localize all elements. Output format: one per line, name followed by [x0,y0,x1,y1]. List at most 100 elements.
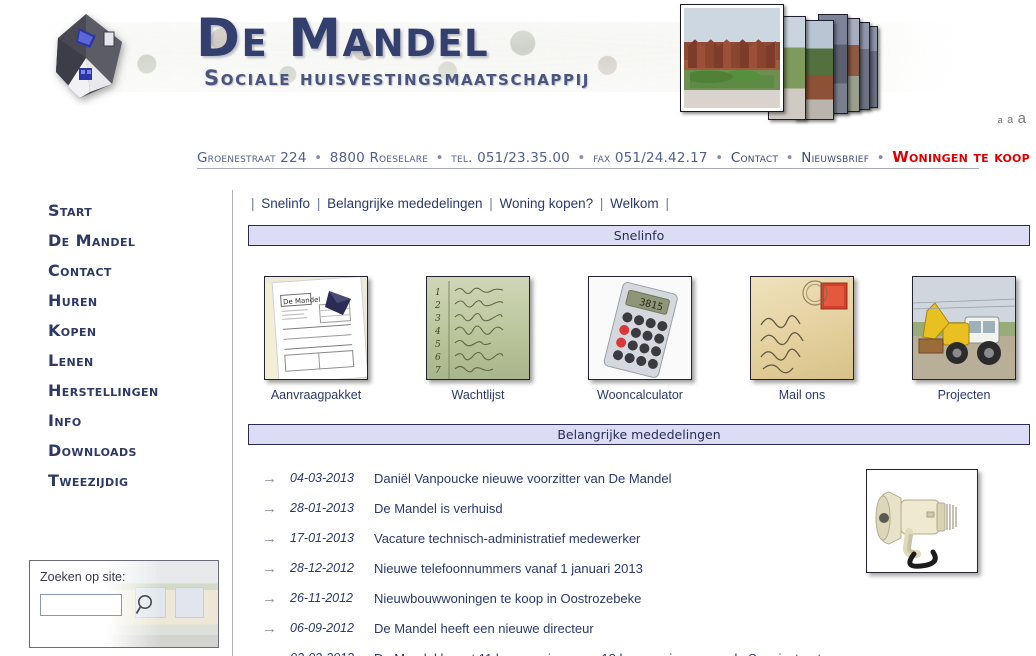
magnifier-icon[interactable] [135,593,159,622]
text-size-large[interactable]: a [1018,110,1026,127]
anchor-links: | Snelinfo | Belangrijke mededelingen | … [248,196,1030,211]
address-bar: Groenestraat 224 • 8800 Roeselare • tel.… [197,148,1030,166]
news-list: → 04-03-2013 Daniël Vanpoucke nieuwe voo… [248,463,848,656]
anchor-pipe-0: | [251,196,255,211]
anchor-pipe-3: | [599,196,604,211]
page-root: De Mandel Sociale huisvestingsmaatschapp… [0,0,1036,656]
site-title: De Mandel [196,8,490,69]
sep-4: • [715,150,724,166]
sidebar: Start De Mandel Contact Huren Kopen Lene… [0,196,232,496]
arrow-icon: → [262,619,277,637]
svg-text:2: 2 [434,301,441,311]
news-item[interactable]: → 17-01-2013 Vacature technisch-administ… [248,523,848,553]
main-content: | Snelinfo | Belangrijke mededelingen | … [248,196,1030,656]
sidebar-item-huren[interactable]: Huren [0,286,232,316]
news-title[interactable]: Nieuwbouwwoningen te koop in Oostrozebek… [374,591,641,606]
tile-label-mail-ons: Mail ons [778,388,826,402]
sep-3: • [577,150,586,166]
news-title[interactable]: Daniël Vanpoucke nieuwe voorzitter van D… [374,471,671,486]
arrow-icon: → [262,499,277,517]
tile-aanvraagpakket[interactable]: De Mandel Aanvraagpakket [260,276,372,402]
tile-mail-ons[interactable]: Mail ons [746,276,858,402]
handwritten-ledger-icon: 1 2 3 4 5 6 7 [426,276,530,380]
link-homes-for-sale[interactable]: Woningen te koop [892,148,1030,166]
sep-2: • [435,150,444,166]
sidebar-item-contact[interactable]: Contact [0,256,232,286]
search-label: Zoeken op site: [40,570,126,584]
excavator-icon [912,276,1016,380]
site-header: De Mandel Sociale huisvestingsmaatschapp… [0,0,1036,130]
tile-label-wooncalculator: Wooncalculator [597,388,683,402]
svg-text:5: 5 [435,340,441,350]
text-size-small[interactable]: a [998,115,1003,125]
anchor-pipe-2: | [489,196,493,211]
house-logo-icon[interactable] [46,8,132,106]
snelinfo-tiles: De Mandel Aanvraagpakket 1 2 3 4 5 6 7 W… [248,264,1030,402]
news-date: 28-12-2012 [290,561,354,575]
text-size-medium[interactable]: a [1007,114,1013,126]
address-fax: fax 051/24.42.17 [593,150,708,166]
news-title[interactable]: Vacature technisch-administratief medewe… [374,531,640,546]
anchor-pipe-4: | [665,196,669,211]
news-title[interactable]: De Mandel is verhuisd [374,501,503,516]
news-item[interactable]: → 06-09-2012 De Mandel heeft een nieuwe … [248,613,848,643]
anchor-woning-kopen[interactable]: Woning kopen? [500,196,594,211]
megaphone-icon [866,469,978,573]
svg-text:6: 6 [435,353,441,363]
sidebar-item-downloads[interactable]: Downloads [0,436,232,466]
sidebar-item-start[interactable]: Start [0,196,232,226]
sidebar-item-kopen[interactable]: Kopen [0,316,232,346]
sidebar-item-tweezijdig[interactable]: Tweezijdig [0,466,232,496]
news-title[interactable]: De Mandel bouwt 11 koopwoningen en 18 hu… [374,651,821,656]
news-item[interactable]: → 28-01-2013 De Mandel is verhuisd [248,493,848,523]
text-size-controls: a a a [998,110,1026,128]
news-title[interactable]: Nieuwe telefoonnummers vanaf 1 januari 2… [374,561,643,576]
address-city: 8800 Roeselare [329,150,429,166]
anchor-belangrijke-mededelingen[interactable]: Belangrijke mededelingen [327,196,482,211]
news-date: 06-09-2012 [290,621,354,635]
address-street: Groenestraat 224 [197,150,307,166]
header-photo-front [680,4,784,112]
news-date: 02-02-2012 [290,651,374,656]
tile-wooncalculator[interactable]: 3815 Wooncalculator [584,276,696,402]
news-date: 26-11-2012 [290,591,354,605]
link-contact[interactable]: Contact [731,150,778,166]
svg-text:7: 7 [435,366,441,376]
news-section: → 04-03-2013 Daniël Vanpoucke nieuwe voo… [248,463,1030,656]
arrow-icon: → [248,650,290,656]
anchor-welkom[interactable]: Welkom [610,196,659,211]
news-date: 28-01-2013 [290,501,354,515]
tile-label-wachtlijst: Wachtlijst [451,388,505,402]
news-item[interactable]: → 28-12-2012 Nieuwe telefoonnummers vana… [248,553,848,583]
sidebar-item-info[interactable]: Info [0,406,232,436]
header-photo-collage [672,2,892,122]
search-input[interactable] [40,594,122,616]
svg-text:1: 1 [435,288,441,298]
arrow-icon: → [262,559,277,577]
news-date: 17-01-2013 [290,531,354,545]
section-header-mededelingen: Belangrijke mededelingen [248,424,1030,445]
sidebar-nav: Start De Mandel Contact Huren Kopen Lene… [0,196,232,496]
news-item[interactable]: → 02-02-2012 De Mandel bouwt 11 koopwoni… [248,643,848,656]
section-header-snelinfo: Snelinfo [248,225,1030,246]
news-item[interactable]: → 04-03-2013 Daniël Vanpoucke nieuwe voo… [248,463,848,493]
sidebar-item-lenen[interactable]: Lenen [0,346,232,376]
site-subtitle: Sociale huisvestingsmaatschappij [204,66,590,90]
sidebar-content-divider [232,190,233,656]
tile-projecten[interactable]: Projecten [908,276,1020,402]
tile-label-aanvraagpakket: Aanvraagpakket [270,388,362,402]
tile-label-projecten: Projecten [937,388,991,402]
application-form-icon: De Mandel [264,276,368,380]
sidebar-item-herstellingen[interactable]: Herstellingen [0,376,232,406]
anchor-snelinfo[interactable]: Snelinfo [261,196,310,211]
arrow-icon: → [262,469,277,487]
sidebar-item-de-mandel[interactable]: De Mandel [0,226,232,256]
news-item[interactable]: → 26-11-2012 Nieuwbouwwoningen te koop i… [248,583,848,613]
svg-text:4: 4 [434,327,441,337]
link-newsletter[interactable]: Nieuwsbrief [801,150,869,166]
news-title[interactable]: De Mandel heeft een nieuwe directeur [374,621,594,636]
svg-text:3: 3 [435,314,441,324]
sep-5: • [785,150,794,166]
tile-wachtlijst[interactable]: 1 2 3 4 5 6 7 Wachtlijst [422,276,534,402]
sep-6: • [876,150,885,166]
